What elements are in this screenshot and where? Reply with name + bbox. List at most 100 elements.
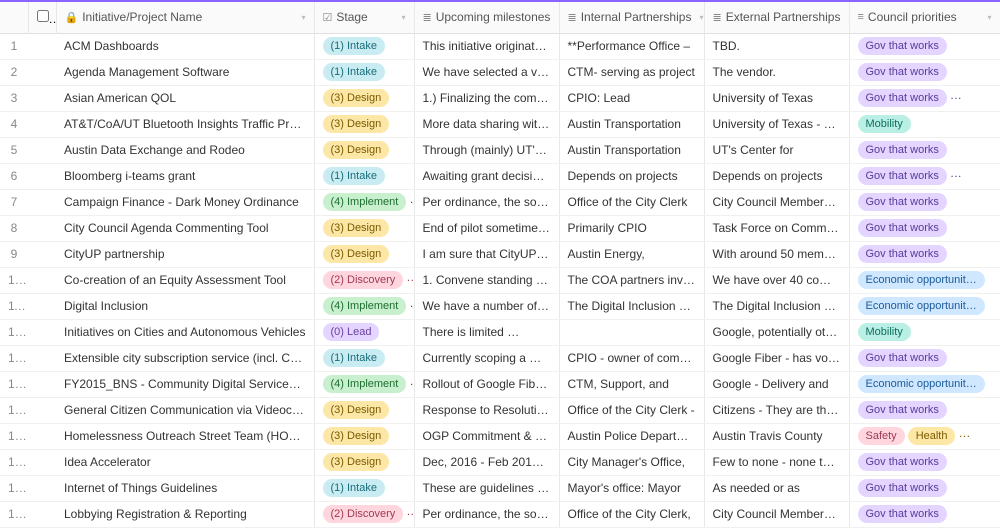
table-row[interactable]: 9CityUP partnership(3) DesignI am sure t… xyxy=(0,241,1000,267)
cell-stage[interactable]: (3) Design xyxy=(314,137,414,163)
header-checkbox[interactable] xyxy=(28,1,56,33)
table-row[interactable]: 3Asian American QOL(3) Design1.) Finaliz… xyxy=(0,85,1000,111)
cell-external[interactable]: With around 50 members xyxy=(704,241,849,267)
cell-external[interactable]: University of Texas xyxy=(704,85,849,111)
cell-external[interactable]: University of Texas - Cent… xyxy=(704,111,849,137)
cell-internal[interactable]: CTM- serving as project xyxy=(559,59,704,85)
cell-milestones[interactable]: Per ordinance, the solutio… xyxy=(414,189,559,215)
cell-milestones[interactable]: Response to Resolution … xyxy=(414,397,559,423)
table-row[interactable]: 2Agenda Management Software(1) IntakeWe … xyxy=(0,59,1000,85)
cell-external[interactable]: Citizens - They are the en… xyxy=(704,397,849,423)
table-row[interactable]: 11Digital Inclusion(4) ImplementWe have … xyxy=(0,293,1000,319)
cell-internal[interactable]: Office of the City Clerk xyxy=(559,189,704,215)
cell-milestones[interactable]: Through (mainly) UT's … xyxy=(414,137,559,163)
cell-milestones[interactable]: Currently scoping a … xyxy=(414,345,559,371)
table-row[interactable]: 17Idea Accelerator(3) DesignDec, 2016 - … xyxy=(0,449,1000,475)
cell-internal[interactable]: **Performance Office – xyxy=(559,33,704,59)
cell-external[interactable]: City Council Members an… xyxy=(704,501,849,527)
cell-name[interactable]: CityUP partnership xyxy=(56,241,314,267)
table-row[interactable]: 7Campaign Finance - Dark Money Ordinance… xyxy=(0,189,1000,215)
cell-external[interactable]: The vendor. xyxy=(704,59,849,85)
cell-milestones[interactable]: There is limited … xyxy=(414,319,559,345)
cell-milestones[interactable]: These are guidelines to b… xyxy=(414,475,559,501)
cell-milestones[interactable]: We have a number of … xyxy=(414,293,559,319)
header-external[interactable]: ≣ External Partnerships ▾ xyxy=(704,1,849,33)
header-stage[interactable]: ☑ Stage ▾ xyxy=(314,1,414,33)
cell-milestones[interactable]: Per ordinance, the solutio… xyxy=(414,501,559,527)
cell-name[interactable]: AT&T/CoA/UT Bluetooth Insights Traffic P… xyxy=(56,111,314,137)
cell-priority[interactable]: Mobility xyxy=(849,319,1000,345)
cell-name[interactable]: Internet of Things Guidelines xyxy=(56,475,314,501)
cell-name[interactable]: General Citizen Communication via Videoc… xyxy=(56,397,314,423)
cell-milestones[interactable]: Dec, 2016 - Feb 2017 - … xyxy=(414,449,559,475)
chevron-down-icon[interactable]: ▾ xyxy=(401,13,405,22)
cell-priority[interactable]: Gov that works xyxy=(849,59,1000,85)
select-all-checkbox[interactable] xyxy=(37,10,49,22)
cell-external[interactable]: Task Force on Community… xyxy=(704,215,849,241)
cell-priority[interactable]: Gov that worksEcono xyxy=(849,163,1000,189)
cell-priority[interactable]: Gov that works xyxy=(849,475,1000,501)
cell-name[interactable]: Idea Accelerator xyxy=(56,449,314,475)
table-row[interactable]: 13Extensible city subscription service (… xyxy=(0,345,1000,371)
cell-internal[interactable]: Depends on projects xyxy=(559,163,704,189)
table-row[interactable]: 5Austin Data Exchange and Rodeo(3) Desig… xyxy=(0,137,1000,163)
cell-name[interactable]: Bloomberg i-teams grant xyxy=(56,163,314,189)
cell-stage[interactable]: (4) Implement xyxy=(314,293,414,319)
cell-stage[interactable]: (3) Design xyxy=(314,215,414,241)
chevron-down-icon[interactable]: ▾ xyxy=(987,13,991,22)
cell-milestones[interactable]: More data sharing with … xyxy=(414,111,559,137)
table-row[interactable]: 1ACM Dashboards(1) IntakeThis initiative… xyxy=(0,33,1000,59)
header-milestones[interactable]: ≣ Upcoming milestones ▾ xyxy=(414,1,559,33)
table-row[interactable]: 19Lobbying Registration & Reporting(2) D… xyxy=(0,501,1000,527)
cell-name[interactable]: Initiatives on Cities and Autonomous Veh… xyxy=(56,319,314,345)
cell-priority[interactable]: Gov that works xyxy=(849,345,1000,371)
cell-stage[interactable]: (1) Intake xyxy=(314,163,414,189)
cell-priority[interactable]: Gov that works xyxy=(849,397,1000,423)
cell-internal[interactable]: Austin Police Department:… xyxy=(559,423,704,449)
cell-name[interactable]: Co-creation of an Equity Assessment Tool xyxy=(56,267,314,293)
cell-internal[interactable]: Austin Transportation xyxy=(559,137,704,163)
cell-stage[interactable]: (2) Discovery xyxy=(314,501,414,527)
cell-stage[interactable]: (3) Design xyxy=(314,397,414,423)
cell-milestones[interactable]: Awaiting grant decision … xyxy=(414,163,559,189)
cell-name[interactable]: FY2015_BNS - Community Digital Services … xyxy=(56,371,314,397)
cell-stage[interactable]: (1) Intake xyxy=(314,345,414,371)
cell-external[interactable]: Google, potentially other xyxy=(704,319,849,345)
cell-external[interactable]: TBD. xyxy=(704,33,849,59)
cell-priority[interactable]: SafetyHealthEcon… xyxy=(849,423,1000,449)
cell-priority[interactable]: Gov that works xyxy=(849,449,1000,475)
cell-internal[interactable]: Primarily CPIO xyxy=(559,215,704,241)
cell-stage[interactable]: (4) Implement xyxy=(314,371,414,397)
cell-name[interactable]: Extensible city subscription service (in… xyxy=(56,345,314,371)
header-name[interactable]: 🔒 Initiative/Project Name ▾ xyxy=(56,1,314,33)
cell-internal[interactable]: The COA partners involve… xyxy=(559,267,704,293)
cell-name[interactable]: Austin Data Exchange and Rodeo xyxy=(56,137,314,163)
chevron-down-icon[interactable]: ▾ xyxy=(699,13,703,22)
cell-priority[interactable]: Economic opportunit… xyxy=(849,293,1000,319)
table-row[interactable]: 10Co-creation of an Equity Assessment To… xyxy=(0,267,1000,293)
cell-external[interactable]: Austin Travis County xyxy=(704,423,849,449)
cell-internal[interactable] xyxy=(559,319,704,345)
cell-name[interactable]: Asian American QOL xyxy=(56,85,314,111)
chevron-down-icon[interactable]: ▾ xyxy=(301,13,305,22)
cell-external[interactable]: Google Fiber - has voiced… xyxy=(704,345,849,371)
cell-milestones[interactable]: End of pilot sometime in 1… xyxy=(414,215,559,241)
table-row[interactable]: 18Internet of Things Guidelines(1) Intak… xyxy=(0,475,1000,501)
cell-internal[interactable]: Austin Energy, xyxy=(559,241,704,267)
cell-external[interactable]: Few to none - none that I xyxy=(704,449,849,475)
cell-priority[interactable]: Gov that works xyxy=(849,33,1000,59)
table-row[interactable]: 8City Council Agenda Commenting Tool(3) … xyxy=(0,215,1000,241)
cell-stage[interactable]: (0) Lead xyxy=(314,319,414,345)
header-priority[interactable]: ≡ Council priorities ▾ xyxy=(849,1,1000,33)
cell-external[interactable]: We have over 40 commun… xyxy=(704,267,849,293)
table-row[interactable]: 15General Citizen Communication via Vide… xyxy=(0,397,1000,423)
cell-name[interactable]: ACM Dashboards xyxy=(56,33,314,59)
cell-milestones[interactable]: I am sure that CityUP has … xyxy=(414,241,559,267)
cell-stage[interactable]: (3) Design xyxy=(314,423,414,449)
cell-stage[interactable]: (2) Discovery xyxy=(314,267,414,293)
cell-stage[interactable]: (1) Intake xyxy=(314,33,414,59)
cell-priority[interactable]: Economic opportunit… xyxy=(849,371,1000,397)
cell-milestones[interactable]: OGP Commitment & OGP… xyxy=(414,423,559,449)
cell-name[interactable]: City Council Agenda Commenting Tool xyxy=(56,215,314,241)
cell-internal[interactable]: Office of the City Clerk - xyxy=(559,397,704,423)
